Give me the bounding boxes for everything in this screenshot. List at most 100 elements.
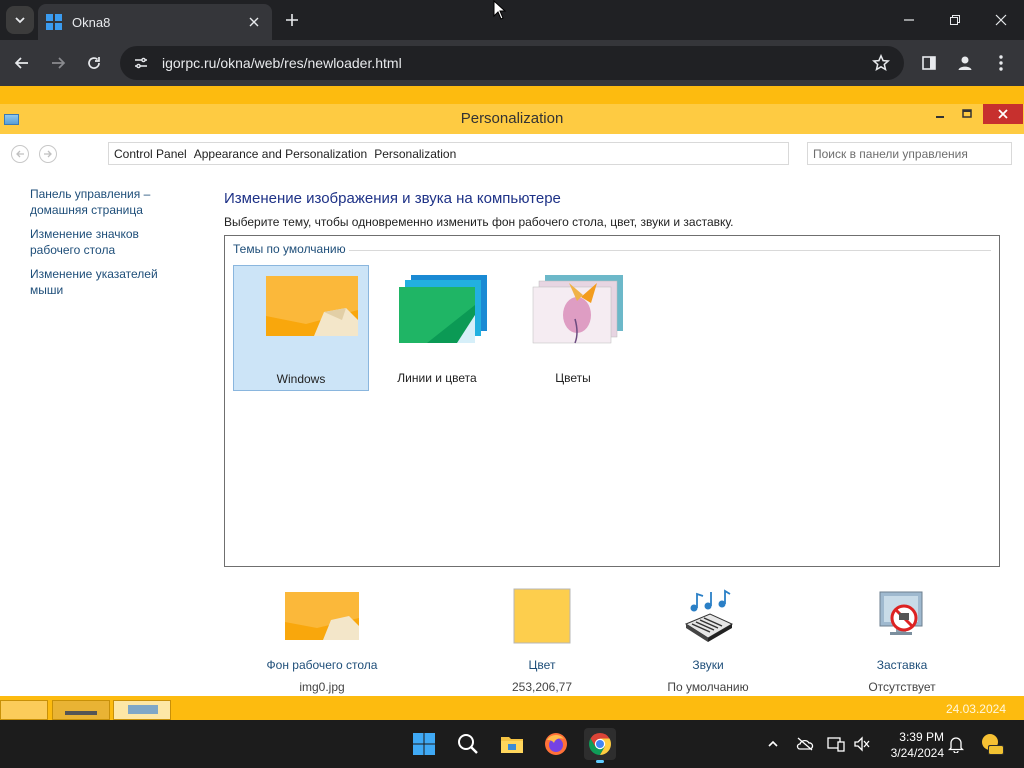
browser-tab[interactable]: Okna8 — [38, 4, 272, 40]
address-bar[interactable]: igorpc.ru/okna/web/res/newloader.html — [120, 46, 904, 80]
main-content: Изменение изображения и звука на компьют… — [224, 190, 1004, 567]
menu-button[interactable] — [985, 47, 1017, 79]
win8-taskbar: 24.03.2024 — [0, 700, 1024, 720]
setting-value: Отсутствует — [868, 680, 936, 694]
reload-icon — [88, 57, 100, 69]
breadcrumb-item[interactable]: Appearance and Personalization — [194, 147, 367, 161]
group-header: Темы по умолчанию — [233, 242, 350, 256]
task-links: Панель управления – домашняя страница Из… — [30, 186, 180, 306]
theme-label: Цветы — [555, 371, 591, 385]
side-panel-button[interactable] — [913, 47, 945, 79]
group-divider — [349, 250, 991, 251]
theme-label: Windows — [276, 372, 326, 386]
close-icon — [998, 109, 1008, 119]
win8-taskbar-item-active[interactable] — [113, 700, 171, 720]
system-clock[interactable]: 3:39 PM 3/24/2024 — [882, 729, 944, 761]
browser-toolbar: igorpc.ru/okna/web/res/newloader.html — [0, 40, 1024, 86]
mouse-cursor-icon — [493, 0, 507, 20]
setting-label[interactable]: Заставка — [812, 658, 992, 672]
web-page: Personalization Control Panel Appearance… — [0, 86, 1024, 720]
forward-button[interactable] — [42, 47, 74, 79]
plus-icon — [286, 14, 298, 26]
close-window-button[interactable] — [978, 0, 1024, 40]
setting-value: 253,206,77 — [511, 680, 573, 694]
cloud-off-icon — [796, 737, 814, 751]
theme-windows[interactable]: Windows — [233, 265, 369, 391]
window-title: Personalization — [460, 110, 564, 127]
breadcrumb-item[interactable]: Personalization — [374, 147, 456, 161]
mouse-pointers-link[interactable]: Изменение указателей мыши — [30, 266, 180, 298]
windows-logo-icon — [46, 14, 62, 30]
show-hidden-icons-button[interactable] — [763, 734, 783, 754]
windows-theme-thumbnail — [266, 276, 358, 336]
start-button[interactable] — [408, 728, 440, 760]
desktop-background-setting[interactable]: Фон рабочего стола img0.jpg — [232, 588, 412, 694]
sounds-icon — [684, 589, 734, 642]
widgets-button[interactable] — [980, 731, 1006, 757]
star-icon — [872, 54, 890, 72]
theme-settings-row: Фон рабочего стола img0.jpg Цвет 253,206… — [224, 588, 1004, 694]
more-vert-icon — [999, 55, 1003, 71]
reload-button[interactable] — [78, 47, 110, 79]
setting-value: По умолчанию — [667, 680, 749, 694]
setting-label[interactable]: Цвет — [452, 658, 632, 672]
control-panel-search-input[interactable]: Поиск в панели управления — [807, 142, 1012, 165]
win8-close-button[interactable] — [983, 104, 1023, 124]
win8-taskbar-item[interactable] — [0, 700, 48, 720]
personalization-window: Control Panel Appearance and Personaliza… — [0, 134, 1024, 696]
themes-list: Темы по умолчанию Windows Линии и цвета … — [224, 235, 1000, 567]
tab-close-button[interactable] — [244, 12, 264, 32]
setting-value: img0.jpg — [299, 680, 345, 694]
tab-search-button[interactable] — [6, 6, 34, 34]
theme-flowers[interactable]: Цветы — [505, 265, 641, 391]
navigation-bar: Control Panel Appearance and Personaliza… — [0, 134, 1024, 172]
setting-label[interactable]: Фон рабочего стола — [232, 658, 412, 672]
onedrive-tray-button[interactable] — [795, 734, 815, 754]
restore-button[interactable] — [932, 0, 978, 40]
browser-tabstrip: Okna8 — [0, 0, 1024, 40]
screensaver-icon — [879, 591, 923, 635]
lines-colors-theme-thumbnail — [399, 275, 487, 343]
control-panel-home-link[interactable]: Панель управления – домашняя страница — [30, 186, 180, 218]
display-tray-button[interactable] — [826, 734, 846, 754]
desktop-icons-link[interactable]: Изменение значков рабочего стола — [30, 226, 180, 258]
windows-taskbar: 3:39 PM 3/24/2024 — [0, 720, 1024, 768]
notifications-button[interactable] — [946, 734, 966, 754]
site-info-button[interactable] — [128, 50, 154, 76]
win8-minimize-button[interactable] — [930, 104, 950, 124]
close-icon — [995, 14, 1007, 26]
nav-forward-button[interactable] — [39, 145, 57, 163]
color-setting[interactable]: Цвет 253,206,77 — [452, 588, 632, 694]
side-panel-icon — [922, 56, 936, 70]
file-explorer-button[interactable] — [496, 728, 528, 760]
folder-icon — [501, 737, 523, 753]
chrome-icon — [589, 733, 611, 755]
search-button[interactable] — [452, 728, 484, 760]
nav-back-button[interactable] — [11, 145, 29, 163]
new-tab-button[interactable] — [280, 8, 304, 32]
windows-logo-icon — [413, 733, 435, 755]
flowers-theme-thumbnail — [532, 275, 623, 344]
back-button[interactable] — [6, 47, 38, 79]
firefox-button[interactable] — [540, 728, 572, 760]
breadcrumb[interactable]: Control Panel Appearance and Personaliza… — [108, 142, 789, 165]
minimize-button[interactable] — [886, 0, 932, 40]
clock-date: 3/24/2024 — [890, 746, 944, 760]
profile-button[interactable] — [949, 47, 981, 79]
screensaver-setting[interactable]: Заставка Отсутствует — [812, 588, 992, 694]
breadcrumb-item[interactable]: Control Panel — [114, 147, 187, 161]
chevron-down-icon — [15, 17, 25, 24]
chrome-button[interactable] — [584, 728, 616, 763]
bookmark-button[interactable] — [866, 48, 896, 78]
sounds-setting[interactable]: Звуки По умолчанию — [618, 588, 798, 694]
wallpaper-icon — [285, 592, 359, 640]
minimize-icon — [936, 116, 944, 118]
chevron-up-icon — [768, 740, 778, 747]
setting-label[interactable]: Звуки — [618, 658, 798, 672]
win8-maximize-button[interactable] — [957, 104, 977, 124]
win8-taskbar-item[interactable] — [52, 700, 110, 720]
volume-tray-button[interactable] — [852, 734, 872, 754]
firefox-icon — [545, 733, 567, 755]
theme-lines-colors[interactable]: Линии и цвета — [369, 265, 505, 391]
restore-icon — [950, 15, 960, 25]
